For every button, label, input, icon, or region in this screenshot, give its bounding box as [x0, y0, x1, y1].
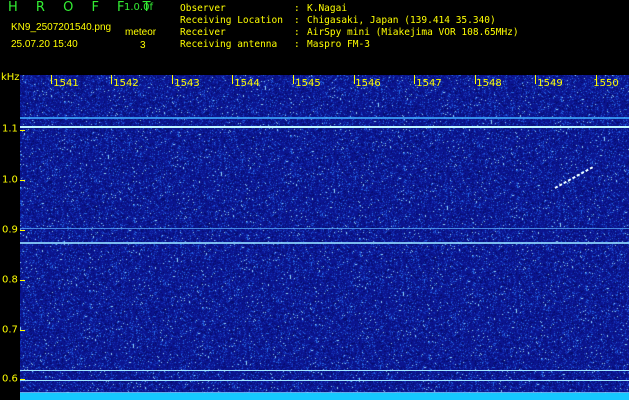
y-tick-mark [20, 280, 25, 281]
file-name: KN9_2507201540.png [11, 22, 112, 33]
info-label: Receiving antenna [180, 39, 278, 50]
y-tick-label: 1.1 [2, 123, 18, 135]
x-tick-label: 1546 [355, 78, 381, 89]
meteor-echo-trace [554, 166, 594, 189]
info-colon: : [294, 15, 300, 26]
version-label: 1.0.0f [124, 2, 153, 13]
x-tick-label: 1547 [416, 78, 442, 89]
spectrogram-plot [20, 75, 629, 400]
info-value: K.Nagai [307, 3, 348, 14]
y-tick-label: 0.8 [2, 274, 18, 286]
info-colon: : [294, 3, 300, 14]
x-tick-label: 1544 [234, 78, 260, 89]
y-tick-label: 0.9 [2, 224, 18, 236]
x-tick-mark [535, 75, 536, 84]
hrofft-window: H R O F F T 1.0.0f KN9_2507201540.png 25… [0, 0, 629, 400]
meteor-count-label: meteor [125, 27, 157, 38]
x-tick-label: 1545 [295, 78, 321, 89]
x-tick-mark [232, 75, 233, 84]
y-tick-mark [20, 330, 25, 331]
x-tick-label: 1541 [53, 78, 79, 89]
x-tick-mark [111, 75, 112, 84]
info-colon: : [294, 39, 300, 50]
x-tick-label: 1550 [593, 78, 619, 89]
info-colon: : [294, 27, 300, 38]
y-tick-mark [20, 180, 25, 181]
y-tick-mark [20, 379, 25, 380]
x-tick-label: 1542 [113, 78, 139, 89]
capture-datetime: 25.07.20 15:40 [11, 39, 78, 50]
x-tick-mark [414, 75, 415, 84]
x-tick-mark [293, 75, 294, 84]
x-tick-mark [51, 75, 52, 84]
y-tick-label: 0.6 [2, 373, 18, 385]
x-tick-label: 1549 [537, 78, 563, 89]
info-label: Receiver [180, 27, 226, 38]
x-tick-label: 1543 [174, 78, 200, 89]
x-tick-label: 1548 [476, 78, 502, 89]
y-tick-label: 1.0 [2, 174, 18, 186]
info-label: Receiving Location [180, 15, 283, 26]
meteor-count-value: 3 [140, 40, 146, 51]
y-tick-mark [20, 230, 25, 231]
noise-floor-band [20, 393, 629, 400]
info-label: Observer [180, 3, 226, 14]
x-tick-mark [172, 75, 173, 84]
info-value: Maspro FM-3 [307, 39, 370, 50]
y-tick-label: 0.7 [2, 324, 18, 336]
y-axis-unit: kHz [1, 72, 20, 83]
info-value: AirSpy mini (Miakejima VOR 108.65MHz) [307, 27, 519, 38]
info-value: Chigasaki, Japan (139.414 35.340) [307, 15, 496, 26]
y-tick-mark [20, 130, 25, 131]
